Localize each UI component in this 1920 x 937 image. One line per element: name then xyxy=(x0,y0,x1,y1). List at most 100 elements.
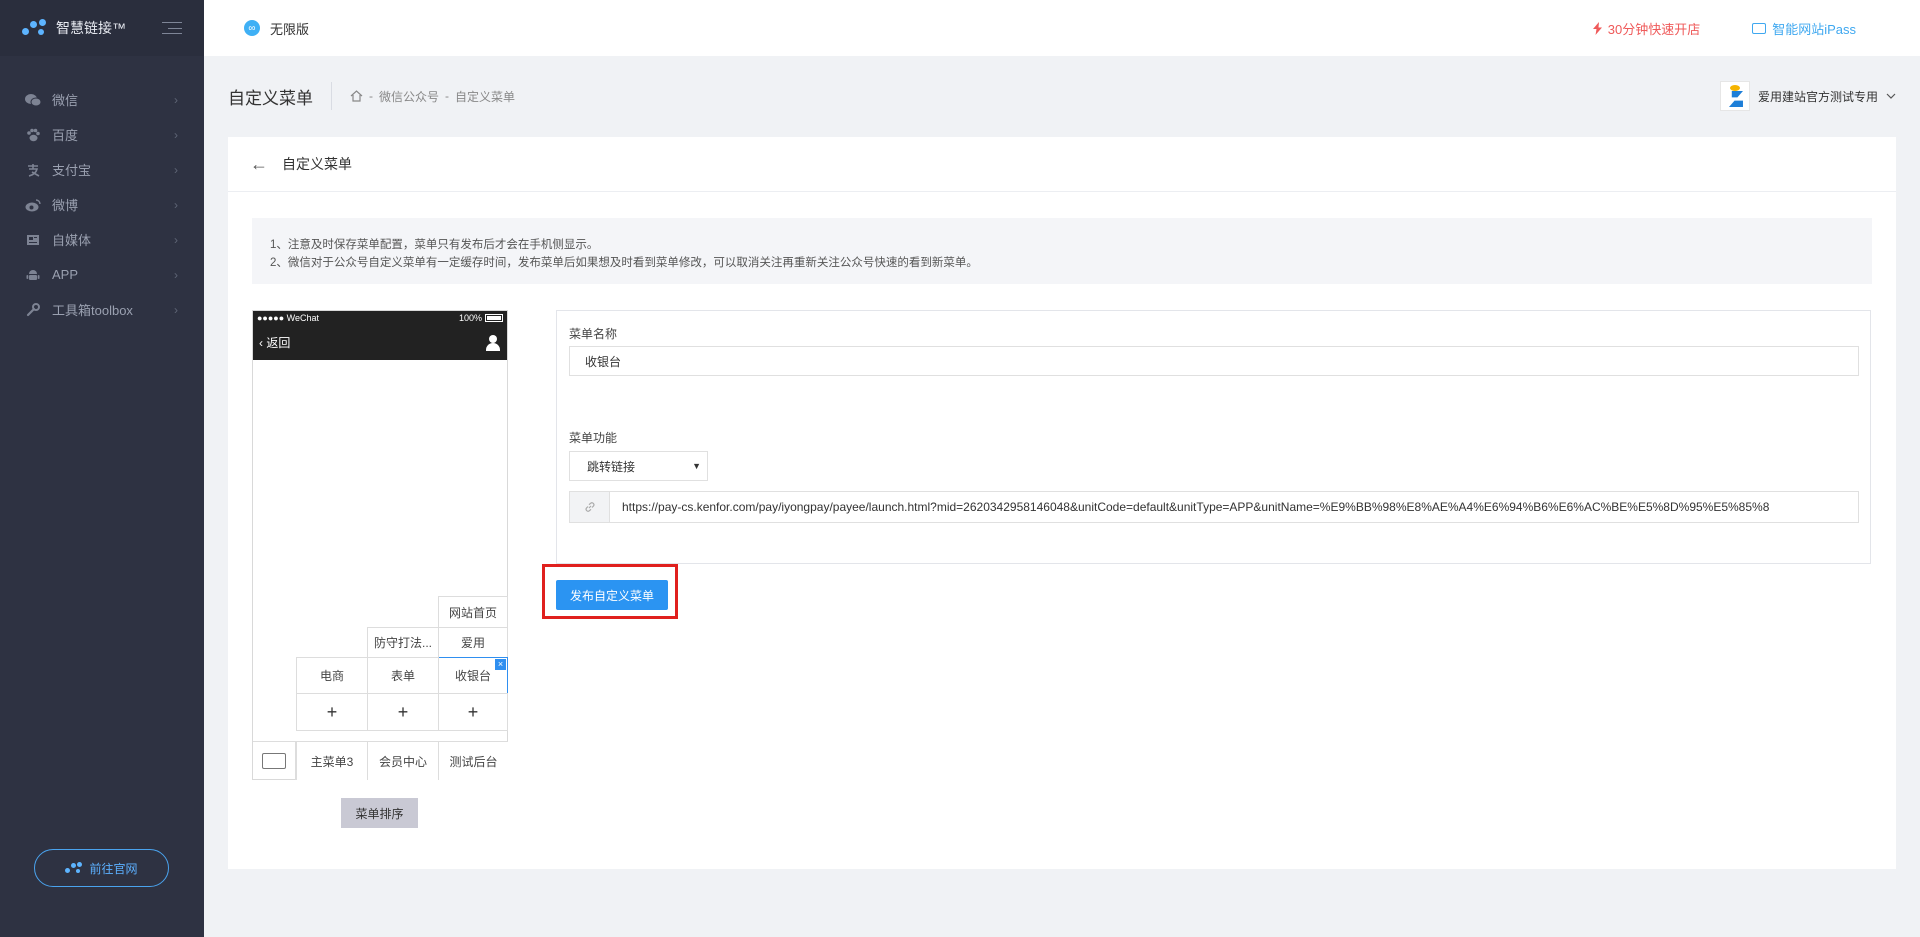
chevron-right-icon: › xyxy=(174,92,178,107)
breadcrumb-item[interactable]: 微信公众号 xyxy=(379,88,439,105)
divider xyxy=(331,82,332,110)
chevron-right-icon: › xyxy=(174,127,178,142)
phone-preview: ●●●●● WeChat 100% ‹ 返回 网站首页 爱用 收银台 × + 防… xyxy=(252,310,508,780)
battery-icon xyxy=(485,314,503,322)
ipass-link[interactable]: 智能网站iPass xyxy=(1752,19,1856,38)
menu-form: 菜单名称 收银台 菜单功能 跳转链接 ▼ https://pay-cs.kenf… xyxy=(556,310,1871,564)
submenu-item[interactable]: 网站首页 xyxy=(438,596,508,628)
sidebar-item-alipay[interactable]: 支付宝 › xyxy=(0,152,204,187)
submenu-item[interactable]: 爱用 xyxy=(438,627,508,658)
main-menu-item[interactable]: 测试后台 xyxy=(438,741,508,780)
menu-function-label: 菜单功能 xyxy=(569,431,618,445)
status-carrier: ●●●●● WeChat xyxy=(257,313,320,323)
menu-editor-card: ← 自定义菜单 1、注意及时保存菜单配置，菜单只有发布后才会在手机侧显示。 2、… xyxy=(228,137,1896,869)
quick-open-link[interactable]: 30分钟快速开店 xyxy=(1592,19,1701,38)
ipass-label: 智能网站iPass xyxy=(1772,21,1856,37)
submenu-item[interactable]: 表单 xyxy=(367,657,439,694)
phone-back: ‹ 返回 xyxy=(259,336,291,350)
add-submenu-button[interactable]: + xyxy=(296,693,368,731)
person-icon xyxy=(485,334,501,351)
sidebar-item-app[interactable]: APP › xyxy=(0,257,204,292)
home-icon[interactable] xyxy=(350,90,363,102)
close-icon[interactable]: × xyxy=(495,659,506,670)
menu-function-value: 跳转链接 xyxy=(587,459,636,474)
version-label: 无限版 xyxy=(270,21,310,37)
chevron-right-icon: › xyxy=(174,232,178,247)
sidebar-item-label: APP xyxy=(52,267,79,282)
back-arrow-icon[interactable]: ← xyxy=(250,154,268,175)
chevron-right-icon: › xyxy=(174,267,178,282)
breadcrumb-item: 自定义菜单 xyxy=(455,89,516,104)
link-icon xyxy=(570,492,610,522)
phone-back-label: 返回 xyxy=(266,336,291,350)
menu-name-input[interactable]: 收银台 xyxy=(569,346,1859,376)
notice-line: 2、微信对于公众号自定义菜单有一定缓存时间，发布菜单后如果想及时看到菜单修改，可… xyxy=(270,257,978,269)
card-title: 自定义菜单 xyxy=(282,156,352,172)
phone-nav-bar: ‹ 返回 xyxy=(253,325,507,360)
sidebar-nav: 微信 › 百度 › 支付宝 › 微博 › 自媒体 › APP › 工具箱tool… xyxy=(0,82,204,327)
brand-logo-icon xyxy=(65,862,83,874)
caret-down-icon: ▼ xyxy=(692,461,701,471)
alipay-icon xyxy=(24,163,42,177)
wrench-icon xyxy=(24,302,42,317)
submenu-item-active[interactable]: 收银台 × xyxy=(438,657,508,694)
main-menu-item[interactable]: 主菜单3 xyxy=(296,741,368,780)
phone-status-bar: ●●●●● WeChat 100% xyxy=(253,311,507,325)
sidebar-item-label: 工具箱toolbox xyxy=(52,303,133,318)
add-submenu-button[interactable]: + xyxy=(438,693,508,731)
avatar xyxy=(1719,81,1750,111)
brand-name: 智慧链接™ xyxy=(56,20,126,36)
screen-icon xyxy=(1752,22,1767,34)
sidebar: 智慧链接™ 微信 › 百度 › 支付宝 › 微博 › 自媒体 › APP › 工… xyxy=(0,0,204,937)
sidebar-item-wechat[interactable]: 微信 › xyxy=(0,82,204,117)
keyboard-toggle[interactable] xyxy=(253,741,296,780)
notice-line: 1、注意及时保存菜单配置，菜单只有发布后才会在手机侧显示。 xyxy=(270,239,599,251)
submenu-item[interactable]: 防守打法... xyxy=(367,627,439,658)
sidebar-item-media[interactable]: 自媒体 › xyxy=(0,222,204,257)
menu-name-label: 菜单名称 xyxy=(569,327,618,341)
sidebar-item-baidu[interactable]: 百度 › xyxy=(0,117,204,152)
menu-function-select[interactable]: 跳转链接 ▼ xyxy=(569,451,708,481)
sidebar-item-label: 微博 xyxy=(52,198,79,213)
chevron-right-icon: › xyxy=(174,302,178,317)
sidebar-item-label: 百度 xyxy=(52,128,79,143)
chevron-down-icon xyxy=(1886,93,1896,99)
infinity-icon: ∞ xyxy=(244,20,260,36)
card-header: ← 自定义菜单 xyxy=(228,137,1896,192)
wechat-icon xyxy=(24,93,42,107)
sidebar-item-label: 自媒体 xyxy=(52,233,92,248)
paw-icon xyxy=(24,128,42,142)
user-name: 爱用建站官方测试专用 xyxy=(1757,89,1878,104)
page-header: 自定义菜单 - 微信公众号 - 自定义菜单 爱用建站官方测试专用 xyxy=(204,56,1920,136)
status-battery-text: 100% xyxy=(458,313,482,323)
highlight-box: 发布自定义菜单 xyxy=(542,564,678,619)
goto-label: 前往官网 xyxy=(89,861,138,876)
submenu-item[interactable]: 电商 xyxy=(296,657,368,694)
media-icon xyxy=(24,233,42,247)
sidebar-item-toolbox[interactable]: 工具箱toolbox › xyxy=(0,292,204,327)
menu-sort-button[interactable]: 菜单排序 xyxy=(341,798,418,828)
menu-collapse-icon[interactable] xyxy=(162,22,182,34)
chevron-right-icon: › xyxy=(174,162,178,177)
weibo-icon xyxy=(24,198,42,212)
chevron-right-icon: › xyxy=(174,197,178,212)
quick-open-label: 30分钟快速开店 xyxy=(1607,21,1701,37)
sidebar-item-label: 支付宝 xyxy=(52,163,92,178)
sidebar-item-weibo[interactable]: 微博 › xyxy=(0,187,204,222)
android-icon xyxy=(24,268,42,282)
publish-menu-button[interactable]: 发布自定义菜单 xyxy=(556,580,668,610)
main-menu-item[interactable]: 会员中心 xyxy=(367,741,439,780)
topbar: ∞ 无限版 30分钟快速开店 智能网站iPass xyxy=(204,0,1920,56)
url-input[interactable]: https://pay-cs.kenfor.com/pay/iyongpay/p… xyxy=(569,491,1859,523)
user-menu[interactable]: 爱用建站官方测试专用 xyxy=(1719,81,1896,111)
brand-logo-icon xyxy=(22,19,48,37)
goto-official-site-button[interactable]: 前往官网 xyxy=(34,849,169,887)
brand: 智慧链接™ xyxy=(0,0,204,56)
add-submenu-button[interactable]: + xyxy=(367,693,439,731)
lightning-icon xyxy=(1592,21,1602,35)
notice-box: 1、注意及时保存菜单配置，菜单只有发布后才会在手机侧显示。 2、微信对于公众号自… xyxy=(252,218,1872,284)
sidebar-item-label: 微信 xyxy=(52,93,79,108)
keyboard-icon xyxy=(262,753,286,769)
url-value: https://pay-cs.kenfor.com/pay/iyongpay/p… xyxy=(622,500,1770,514)
page-title: 自定义菜单 xyxy=(228,88,313,108)
